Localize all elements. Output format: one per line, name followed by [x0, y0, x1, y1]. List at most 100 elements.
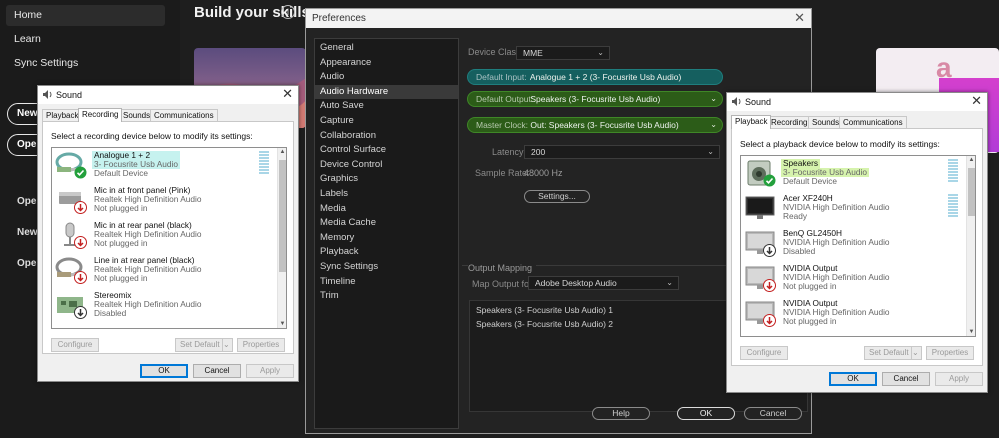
configure-button[interactable]: Configure — [51, 338, 99, 352]
list-item[interactable]: Analogue 1 + 2 3- Focusrite Usb Audio De… — [52, 149, 286, 182]
master-clock-value: Out: Speakers (3- Focusrite Usb Audio) — [530, 120, 679, 130]
ok-button[interactable]: OK — [829, 372, 877, 386]
category-audio[interactable]: Audio — [315, 70, 458, 85]
device-status: Ready — [783, 211, 807, 221]
sample-rate-value: 48000 Hz — [524, 168, 563, 178]
apply-button[interactable]: Apply — [935, 372, 983, 386]
unplugged-icon — [763, 279, 776, 292]
device-text: Acer XF240H NVIDIA High Definition Audio… — [783, 194, 890, 221]
recording-panel: Select a recording device below to modif… — [42, 121, 294, 354]
ok-button[interactable]: OK — [677, 407, 735, 420]
tab-playback[interactable]: Playback — [731, 115, 772, 129]
cancel-button[interactable]: Cancel — [744, 407, 802, 420]
category-control-surface[interactable]: Control Surface — [315, 143, 458, 158]
chevron-down-icon: ⌄ — [597, 48, 604, 57]
tab-playback[interactable]: Playback — [42, 109, 83, 121]
tab-recording[interactable]: Recording — [767, 116, 812, 128]
category-general[interactable]: General — [315, 41, 458, 56]
chevron-down-icon[interactable]: ⌄ — [911, 347, 921, 359]
chevron-down-icon[interactable]: ⌄ — [222, 339, 232, 351]
tab-communications[interactable]: Communications — [150, 109, 218, 121]
map-output-select[interactable]: Adobe Desktop Audio ⌄ — [528, 276, 679, 290]
category-audio-hardware[interactable]: Audio Hardware — [315, 84, 458, 100]
ok-button[interactable]: OK — [140, 364, 188, 378]
category-sync-settings[interactable]: Sync Settings — [315, 260, 458, 275]
category-auto-save[interactable]: Auto Save — [315, 99, 458, 114]
chevron-down-icon: ⌄ — [710, 120, 717, 129]
scrollbar[interactable]: ▲ ▼ — [966, 156, 975, 336]
scrollbar[interactable]: ▲ ▼ — [277, 148, 286, 328]
close-icon[interactable]: ✕ — [794, 10, 805, 26]
nav-sync-settings[interactable]: Sync Settings — [6, 53, 165, 74]
list-item[interactable]: Mic in at rear panel (black) Realtek Hig… — [52, 219, 286, 252]
tab-sounds[interactable]: Sounds — [808, 116, 844, 128]
close-icon[interactable]: ✕ — [971, 93, 982, 109]
cancel-button[interactable]: Cancel — [193, 364, 241, 378]
scroll-up-icon[interactable]: ▲ — [278, 149, 286, 155]
category-memory[interactable]: Memory — [315, 231, 458, 246]
open-link[interactable]: Ope — [17, 196, 38, 207]
properties-button[interactable]: Properties — [237, 338, 285, 352]
category-labels[interactable]: Labels — [315, 187, 458, 202]
category-list: General Appearance Audio Audio Hardware … — [314, 38, 459, 429]
nav-home[interactable]: Home — [6, 5, 165, 26]
tab-communications[interactable]: Communications — [839, 116, 907, 128]
device-status: Disabled — [94, 308, 127, 318]
default-input-label: Default Input: — [476, 72, 527, 82]
list-item[interactable]: NVIDIA Output NVIDIA High Definition Aud… — [741, 262, 975, 295]
chevron-down-icon: ⌄ — [707, 147, 714, 156]
list-item[interactable]: Acer XF240H NVIDIA High Definition Audio… — [741, 192, 975, 225]
category-device-control[interactable]: Device Control — [315, 158, 458, 173]
master-clock-select[interactable]: Master Clock: Out: Speakers (3- Focusrit… — [467, 117, 723, 133]
set-default-button[interactable]: Set Default ⌄ — [864, 346, 922, 360]
list-item[interactable]: Speakers 3- Focusrite Usb Audio Default … — [741, 157, 975, 190]
device-text: Line in at rear panel (black) Realtek Hi… — [94, 256, 201, 283]
device-status: Not plugged in — [783, 316, 837, 326]
category-playback[interactable]: Playback — [315, 245, 458, 260]
list-item[interactable]: NVIDIA Output NVIDIA High Definition Aud… — [741, 297, 975, 330]
info-icon[interactable]: i — [281, 5, 295, 19]
list-item[interactable]: Stereomix Realtek High Definition Audio … — [52, 289, 286, 322]
default-input-select[interactable]: Default Input: Analogue 1 + 2 (3- Focusr… — [467, 69, 723, 85]
scroll-thumb[interactable] — [279, 160, 286, 272]
tab-recording[interactable]: Recording — [78, 108, 123, 122]
tab-sounds[interactable]: Sounds — [119, 109, 155, 121]
device-class-select[interactable]: MME ⌄ — [516, 46, 610, 60]
new-link[interactable]: New — [17, 227, 38, 238]
apply-button[interactable]: Apply — [246, 364, 294, 378]
category-capture[interactable]: Capture — [315, 114, 458, 129]
category-appearance[interactable]: Appearance — [315, 56, 458, 71]
device-text: Analogue 1 + 2 3- Focusrite Usb Audio De… — [92, 151, 180, 178]
settings-button[interactable]: Settings... — [524, 190, 590, 203]
help-button[interactable]: Help — [592, 407, 650, 420]
category-media[interactable]: Media — [315, 202, 458, 217]
category-collaboration[interactable]: Collaboration — [315, 129, 458, 144]
list-item[interactable]: Mic in at front panel (Pink) Realtek Hig… — [52, 184, 286, 217]
cancel-button[interactable]: Cancel — [882, 372, 930, 386]
list-item[interactable]: BenQ GL2450H NVIDIA High Definition Audi… — [741, 227, 975, 260]
category-media-cache[interactable]: Media Cache — [315, 216, 458, 231]
configure-button[interactable]: Configure — [740, 346, 788, 360]
scroll-down-icon[interactable]: ▼ — [967, 329, 975, 335]
list-item[interactable]: Line in at rear panel (black) Realtek Hi… — [52, 254, 286, 287]
open-link-2[interactable]: Ope — [17, 258, 38, 269]
preferences-titlebar: Preferences ✕ — [306, 9, 811, 28]
category-trim[interactable]: Trim — [315, 289, 458, 304]
latency-select[interactable]: 200 ⌄ — [524, 145, 720, 159]
scroll-up-icon[interactable]: ▲ — [967, 157, 975, 163]
scroll-thumb[interactable] — [968, 168, 975, 216]
device-status: Default Device — [94, 168, 148, 178]
close-icon[interactable]: ✕ — [282, 86, 293, 102]
unplugged-icon — [74, 271, 87, 284]
sound-titlebar: Sound ✕ — [38, 86, 298, 104]
default-output-select[interactable]: Default Output: Speakers (3- Focusrite U… — [467, 91, 723, 107]
category-graphics[interactable]: Graphics — [315, 172, 458, 187]
properties-button[interactable]: Properties — [926, 346, 974, 360]
category-timeline[interactable]: Timeline — [315, 275, 458, 290]
level-meter — [948, 194, 958, 218]
set-default-label: Set Default — [180, 340, 220, 349]
nav-learn[interactable]: Learn — [6, 29, 165, 50]
recording-instruction: Select a recording device below to modif… — [51, 131, 253, 141]
set-default-button[interactable]: Set Default ⌄ — [175, 338, 233, 352]
scroll-down-icon[interactable]: ▼ — [278, 321, 286, 327]
